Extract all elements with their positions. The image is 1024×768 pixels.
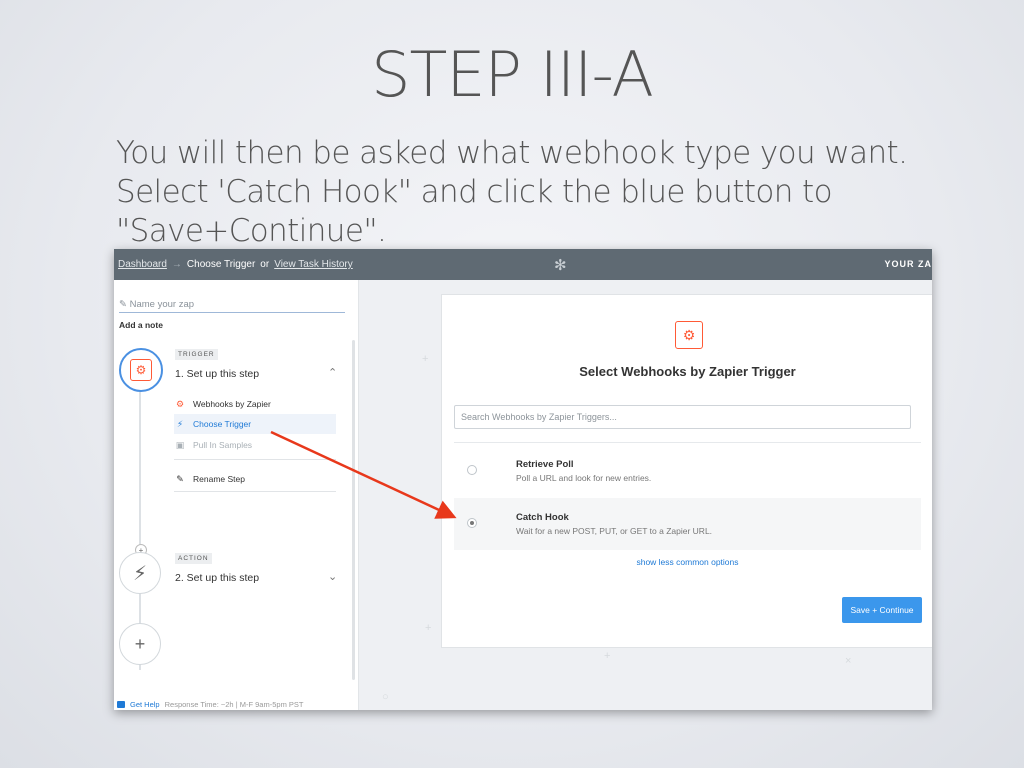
zapier-logo-icon[interactable]: ✻	[554, 256, 567, 274]
bolt-icon: ⚡	[132, 562, 148, 585]
account-menu[interactable]: YOUR ZA	[885, 259, 933, 269]
option-catch-hook[interactable]: Catch Hook Wait for a new POST, PUT, or …	[454, 498, 921, 550]
pencil-icon: ✎	[119, 299, 127, 310]
breadcrumb-arrow-icon: →	[171, 259, 182, 270]
webhook-icon: ⚙	[675, 321, 703, 349]
sidebar-item-pull-samples[interactable]: ▣ Pull In Samples	[174, 435, 336, 455]
divider	[174, 491, 336, 492]
step-timeline	[139, 350, 141, 670]
decorative-cross-icon: ×	[845, 655, 852, 667]
trigger-step-title[interactable]: 1. Set up this step	[175, 368, 259, 380]
radio-button[interactable]	[467, 518, 477, 528]
rename-step-label: Rename Step	[193, 474, 245, 484]
option-description: Poll a URL and look for new entries.	[516, 473, 652, 483]
rename-step-button[interactable]: ✎ Rename Step	[174, 469, 336, 489]
option-title: Retrieve Poll	[516, 459, 574, 470]
breadcrumb-or: or	[260, 259, 270, 270]
option-description: Wait for a new POST, PUT, or GET to a Za…	[516, 526, 713, 536]
sidebar-item-label: Choose Trigger	[193, 419, 252, 429]
top-bar: Dashboard → Choose Trigger or View Task …	[114, 249, 932, 280]
get-help-bar: Get Help Response Time: ~2h | M-F 9am-5p…	[117, 700, 303, 709]
slide-body: You will then be asked what webhook type…	[116, 135, 908, 249]
slide-title: STEP III-A	[371, 38, 654, 111]
divider	[174, 459, 336, 460]
action-badge: ACTION	[175, 553, 212, 564]
add-note-link[interactable]: Add a note	[119, 320, 163, 330]
decorative-circle-icon: ○	[382, 691, 389, 703]
sidebar-item-label: Webhooks by Zapier	[193, 399, 271, 409]
card-title: Select Webhooks by Zapier Trigger	[579, 364, 796, 379]
sidebar: ✎ Name your zap Add a note ⚙ TRIGGER 1. …	[114, 280, 359, 710]
divider	[454, 442, 921, 443]
radio-button[interactable]	[467, 465, 477, 475]
decorative-plus-icon: +	[425, 622, 432, 634]
task-history-link[interactable]: View Task History	[274, 259, 353, 270]
dashboard-link[interactable]: Dashboard	[118, 259, 167, 270]
help-response-info: Response Time: ~2h | M-F 9am-5pm PST	[164, 700, 304, 709]
sidebar-item-choose-trigger[interactable]: ⚡ Choose Trigger	[174, 414, 336, 434]
chat-icon	[117, 701, 125, 708]
breadcrumb: Dashboard → Choose Trigger or View Task …	[118, 259, 353, 270]
chevron-up-icon[interactable]: ⌃	[328, 366, 337, 379]
option-title: Catch Hook	[516, 512, 569, 523]
decorative-plus-icon: +	[422, 353, 429, 365]
trigger-step-circle[interactable]: ⚙	[119, 348, 163, 392]
decorative-plus-icon: +	[604, 650, 611, 662]
add-step-button[interactable]: +	[119, 623, 161, 665]
webhook-icon: ⚙	[130, 359, 152, 381]
action-step-title[interactable]: 2. Set up this step	[175, 572, 259, 584]
save-continue-button[interactable]: Save + Continue	[842, 597, 922, 623]
zap-name-field[interactable]: ✎ Name your zap	[119, 299, 345, 313]
action-step-circle[interactable]: ⚡	[119, 552, 161, 594]
sidebar-scrollbar[interactable]	[352, 340, 355, 680]
pencil-icon: ✎	[176, 473, 184, 484]
bolt-icon: ⚡	[176, 418, 184, 429]
sidebar-item-webhooks[interactable]: ⚙ Webhooks by Zapier	[174, 394, 336, 414]
chevron-down-icon[interactable]: ⌄	[328, 570, 337, 583]
search-input[interactable]: Search Webhooks by Zapier Triggers...	[454, 405, 911, 429]
plus-icon: +	[134, 633, 146, 654]
breadcrumb-current: Choose Trigger	[186, 259, 256, 270]
webhook-icon: ⚙	[175, 398, 185, 409]
zapier-screenshot: Dashboard → Choose Trigger or View Task …	[114, 249, 932, 710]
show-less-link[interactable]: show less common options	[442, 557, 932, 567]
trigger-badge: TRIGGER	[175, 349, 218, 360]
sidebar-item-label: Pull In Samples	[193, 440, 253, 450]
zap-name-placeholder: Name your zap	[129, 299, 195, 310]
trigger-select-card: ⚙ Select Webhooks by Zapier Trigger Sear…	[441, 294, 932, 648]
lock-icon: ▣	[175, 439, 185, 450]
get-help-link[interactable]: Get Help	[130, 700, 160, 709]
option-retrieve-poll[interactable]: Retrieve Poll Poll a URL and look for ne…	[454, 445, 921, 497]
